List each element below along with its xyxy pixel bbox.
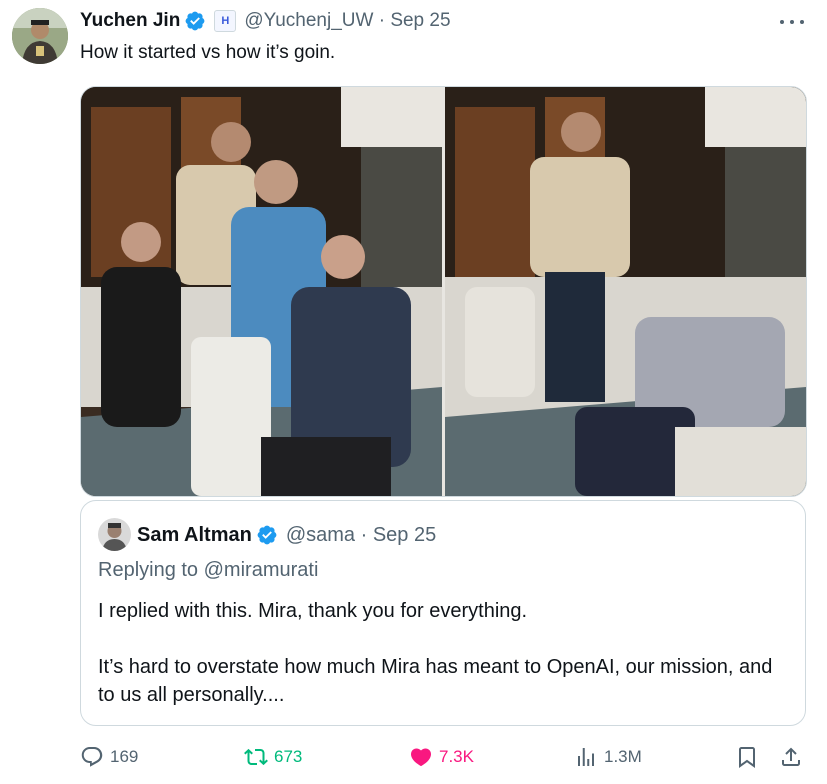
retweet-icon [244, 748, 268, 766]
share-icon [782, 747, 800, 766]
quoted-paragraph: It’s hard to overstate how much Mira has… [98, 656, 773, 706]
replying-to: Replying to @miramurati [98, 559, 318, 582]
quoted-author-name[interactable]: Sam Altman [137, 524, 252, 547]
bookmark-button[interactable] [735, 742, 759, 772]
like-button[interactable]: 7.3K [409, 742, 474, 772]
quoted-avatar[interactable] [98, 518, 131, 551]
more-icon[interactable] [780, 12, 804, 32]
views-count: 1.3M [604, 747, 642, 766]
reply-button[interactable]: 169 [80, 742, 138, 772]
author-name[interactable]: Yuchen Jin [80, 10, 180, 32]
reply-count: 169 [110, 747, 139, 766]
action-bar: 169 673 7.3K 1.3M [80, 742, 806, 772]
views-icon [578, 748, 594, 766]
handle-and-date[interactable]: @Yuchenj_UW · Sep 25 [244, 10, 450, 32]
verified-icon [257, 525, 277, 545]
share-button[interactable] [779, 742, 803, 772]
retweet-button[interactable]: 673 [244, 742, 302, 772]
retweet-count: 673 [274, 747, 303, 766]
views-button[interactable]: 1.3M [574, 742, 642, 772]
quoted-paragraph: I replied with this. Mira, thank you for… [98, 600, 528, 622]
tweet-header: Yuchen Jin H @Yuchenj_UW · Sep 25 [80, 8, 451, 34]
like-count: 7.3K [439, 747, 474, 766]
tweet[interactable]: Yuchen Jin H @Yuchenj_UW · Sep 25 How it… [0, 0, 827, 784]
verified-icon [185, 11, 205, 31]
quoted-tweet[interactable]: Sam Altman @sama · Sep 25 Replying to @m… [80, 500, 806, 726]
quoted-handle-and-date[interactable]: @sama · Sep 25 [286, 524, 436, 547]
replying-mention[interactable]: @miramurati [204, 559, 319, 581]
like-icon [410, 748, 432, 767]
tweet-text: How it started vs how it’s goin. [80, 42, 336, 63]
reply-icon [81, 747, 103, 767]
quoted-text: I replied with this. Mira, thank you for… [98, 597, 794, 709]
affiliation-badge[interactable]: H [214, 10, 237, 32]
quoted-header: Sam Altman @sama · Sep 25 [137, 521, 436, 549]
avatar[interactable] [12, 8, 68, 64]
media-grid [80, 86, 807, 497]
replying-prefix: Replying to [98, 559, 199, 581]
photo-how-its-going[interactable] [445, 87, 806, 496]
bookmark-icon [739, 747, 755, 768]
photo-how-it-started[interactable] [81, 87, 442, 496]
